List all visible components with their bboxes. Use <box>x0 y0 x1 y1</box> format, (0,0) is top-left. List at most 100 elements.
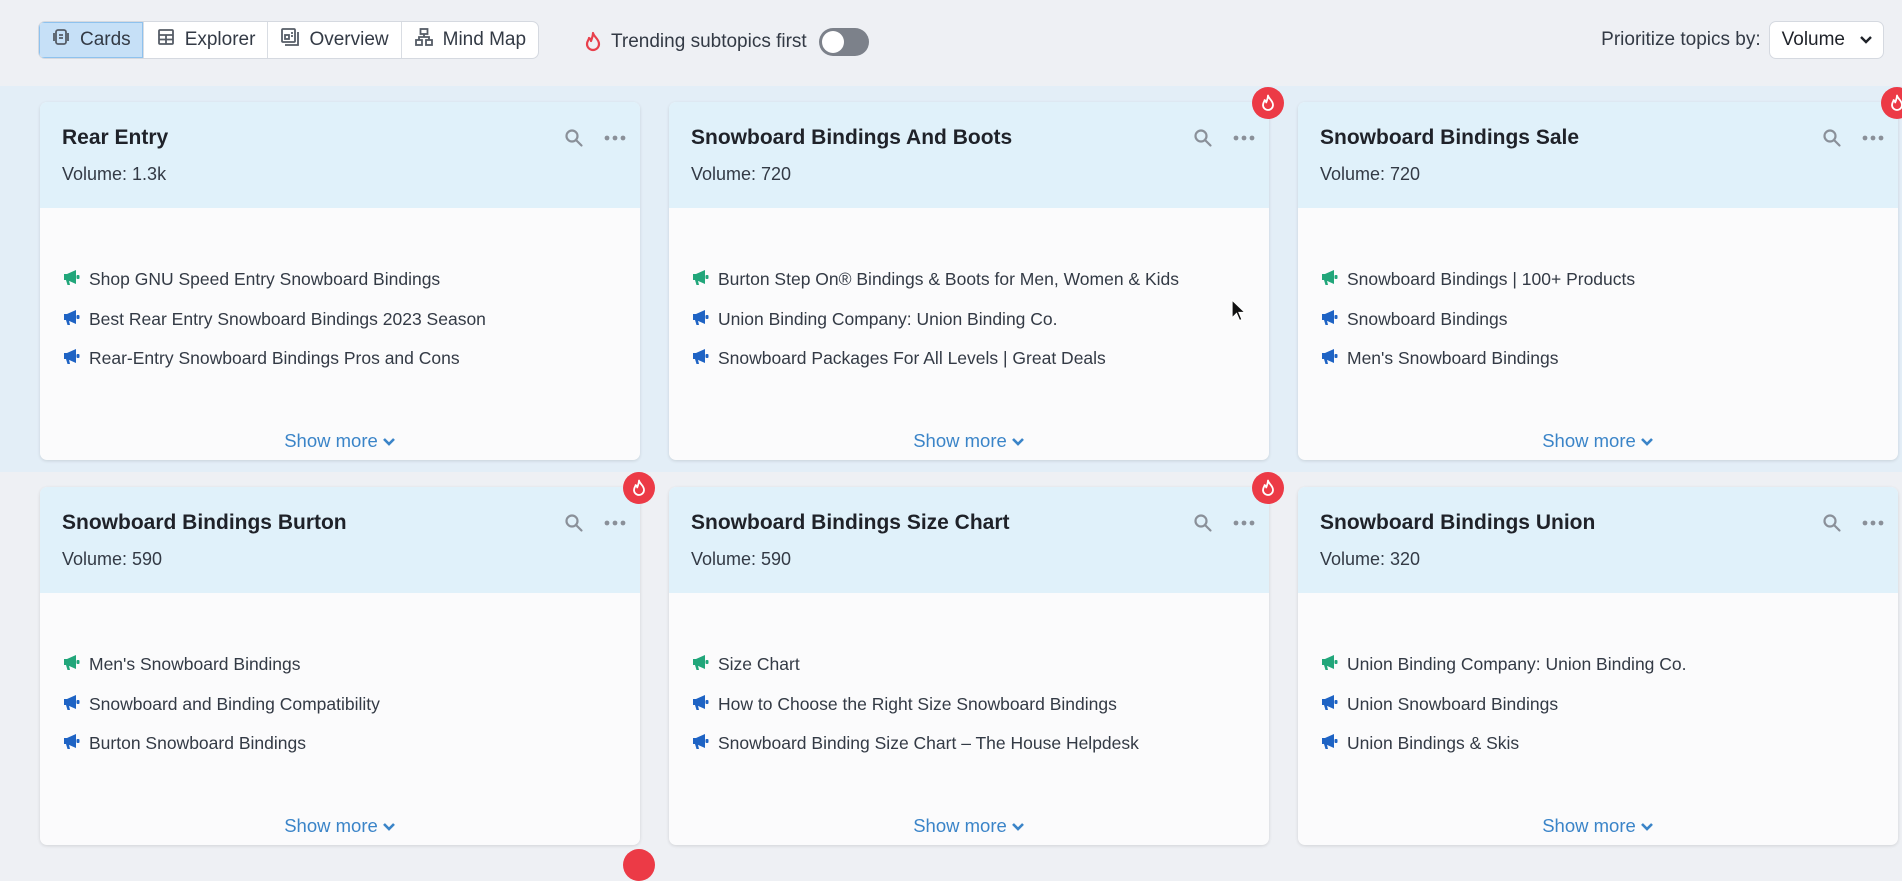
card-header: Snowboard Bindings Union Volume: 320 <box>1298 487 1898 593</box>
tab-mind-map-label: Mind Map <box>442 29 527 50</box>
card-header: Snowboard Bindings Size Chart Volume: 59… <box>669 487 1269 593</box>
flame-icon <box>1262 479 1274 496</box>
topic-card[interactable]: Rear Entry Volume: 1.3k Shop GNU Speed E… <box>40 102 640 460</box>
card-ads-list: Size Chart How to Choose the Right Size S… <box>669 593 1269 764</box>
show-more-button[interactable]: Show more <box>40 815 640 837</box>
more-options-icon[interactable] <box>1233 135 1255 141</box>
megaphone-icon <box>1320 653 1339 676</box>
ad-list-item[interactable]: Best Rear Entry Snowboard Bindings 2023 … <box>62 300 618 340</box>
card-volume: Volume: 590 <box>62 549 163 569</box>
prioritize-label: Prioritize topics by: <box>1601 29 1761 50</box>
topic-card[interactable]: Snowboard Bindings Union Volume: 320 Uni… <box>1298 487 1898 845</box>
ad-list-item[interactable]: Union Binding Company: Union Binding Co. <box>1320 645 1876 685</box>
ad-title: Union Binding Company: Union Binding Co. <box>1347 654 1687 675</box>
tab-explorer[interactable]: Explorer <box>144 22 269 58</box>
ad-list-item[interactable]: Size Chart <box>691 645 1247 685</box>
card-ads-list: Shop GNU Speed Entry Snowboard Bindings B… <box>40 208 640 379</box>
ad-title: Men's Snowboard Bindings <box>89 654 301 675</box>
show-more-button[interactable]: Show more <box>669 430 1269 452</box>
megaphone-icon <box>691 308 710 331</box>
ad-list-item[interactable]: Rear-Entry Snowboard Bindings Pros and C… <box>62 339 618 379</box>
ad-list-item[interactable]: Burton Step On® Bindings & Boots for Men… <box>691 260 1247 300</box>
megaphone-icon <box>1320 308 1339 331</box>
trending-label: Trending subtopics first <box>611 31 807 52</box>
ad-list-item[interactable]: Union Bindings & Skis <box>1320 724 1876 764</box>
ad-list-item[interactable]: Men's Snowboard Bindings <box>62 645 618 685</box>
more-options-icon[interactable] <box>1862 135 1884 141</box>
ad-title: Men's Snowboard Bindings <box>1347 348 1559 369</box>
card-volume: Volume: 320 <box>1320 549 1421 569</box>
flame-icon <box>633 479 645 496</box>
show-more-label: Show more <box>284 815 378 836</box>
ad-title: Union Bindings & Skis <box>1347 733 1520 754</box>
more-options-icon[interactable] <box>604 135 626 141</box>
ad-list-item[interactable]: Union Binding Company: Union Binding Co. <box>691 300 1247 340</box>
tab-mind-map[interactable]: Mind Map <box>402 22 538 58</box>
megaphone-icon <box>1320 347 1339 370</box>
card-actions <box>1822 513 1884 533</box>
chevron-down-icon <box>382 815 396 837</box>
trending-badge <box>1252 472 1284 504</box>
search-icon[interactable] <box>564 513 584 533</box>
more-options-icon[interactable] <box>604 520 626 526</box>
ad-title: Best Rear Entry Snowboard Bindings 2023 … <box>89 308 486 329</box>
search-icon[interactable] <box>1822 128 1842 148</box>
flame-icon <box>583 31 603 53</box>
ad-list-item[interactable]: Burton Snowboard Bindings <box>62 724 618 764</box>
search-icon[interactable] <box>1822 513 1842 533</box>
card-actions <box>1193 128 1255 148</box>
search-icon[interactable] <box>564 128 584 148</box>
card-title: Snowboard Bindings Union <box>1320 511 1596 534</box>
ad-list-item[interactable]: Union Snowboard Bindings <box>1320 685 1876 725</box>
topic-card[interactable]: Snowboard Bindings Burton Volume: 590 Me… <box>40 472 655 845</box>
overview-icon <box>280 27 300 53</box>
prioritize-select[interactable]: Volume <box>1768 21 1884 59</box>
topic-card[interactable]: Snowboard Bindings And Boots Volume: 720… <box>669 87 1284 460</box>
show-more-button[interactable]: Show more <box>1298 430 1898 452</box>
ad-list-item[interactable]: Men's Snowboard Bindings <box>1320 339 1876 379</box>
ad-list-item[interactable]: Snowboard Binding Size Chart – The House… <box>691 724 1247 764</box>
card-volume: Volume: 590 <box>691 549 792 569</box>
ad-list-item[interactable]: Snowboard Packages For All Levels | Grea… <box>691 339 1247 379</box>
chevron-down-icon <box>1011 430 1025 452</box>
tab-cards[interactable]: Cards <box>39 22 144 58</box>
ad-list-item[interactable]: How to Choose the Right Size Snowboard B… <box>691 685 1247 725</box>
megaphone-icon <box>1320 732 1339 755</box>
card-volume: Volume: 720 <box>1320 164 1421 184</box>
ad-title: Size Chart <box>718 654 800 675</box>
card-volume: Volume: 720 <box>691 164 792 184</box>
show-more-label: Show more <box>1542 815 1636 836</box>
card-ads-list: Snowboard Bindings | 100+ Products Snowbo… <box>1298 208 1898 379</box>
megaphone-icon <box>62 268 81 291</box>
search-icon[interactable] <box>1193 513 1213 533</box>
show-more-button[interactable]: Show more <box>40 430 640 452</box>
megaphone-icon <box>691 347 710 370</box>
show-more-label: Show more <box>913 815 1007 836</box>
ad-title: Snowboard Bindings <box>1347 308 1508 329</box>
card-title: Snowboard Bindings Size Chart <box>691 511 1010 534</box>
search-icon[interactable] <box>1193 128 1213 148</box>
table-icon <box>156 27 176 53</box>
megaphone-icon <box>62 732 81 755</box>
ad-list-item[interactable]: Snowboard Bindings <box>1320 300 1876 340</box>
ad-list-item[interactable]: Snowboard and Binding Compatibility <box>62 685 618 725</box>
prioritize-value: Volume <box>1781 29 1845 50</box>
trending-toggle[interactable] <box>818 28 869 56</box>
prioritize-control: Prioritize topics by: Volume <box>1601 21 1884 59</box>
more-options-icon[interactable] <box>1233 520 1255 526</box>
chevron-down-icon <box>1640 815 1654 837</box>
tab-overview[interactable]: Overview <box>268 22 402 58</box>
show-more-button[interactable]: Show more <box>669 815 1269 837</box>
card-title: Snowboard Bindings Burton <box>62 511 347 534</box>
card-volume: Volume: 1.3k <box>62 164 167 184</box>
ad-list-item[interactable]: Shop GNU Speed Entry Snowboard Bindings <box>62 260 618 300</box>
card-title: Snowboard Bindings Sale <box>1320 126 1580 149</box>
show-more-button[interactable]: Show more <box>1298 815 1898 837</box>
ad-list-item[interactable]: Snowboard Bindings | 100+ Products <box>1320 260 1876 300</box>
topic-card[interactable]: Snowboard Bindings Size Chart Volume: 59… <box>669 472 1284 845</box>
topic-card[interactable]: Snowboard Bindings Sale Volume: 720 Snow… <box>1298 87 1902 460</box>
ad-title: Burton Snowboard Bindings <box>89 733 306 754</box>
toolbar: Cards Explorer Overview Mind Map Trendin… <box>0 0 1902 86</box>
more-options-icon[interactable] <box>1862 520 1884 526</box>
card-header: Snowboard Bindings Burton Volume: 590 <box>40 487 640 593</box>
